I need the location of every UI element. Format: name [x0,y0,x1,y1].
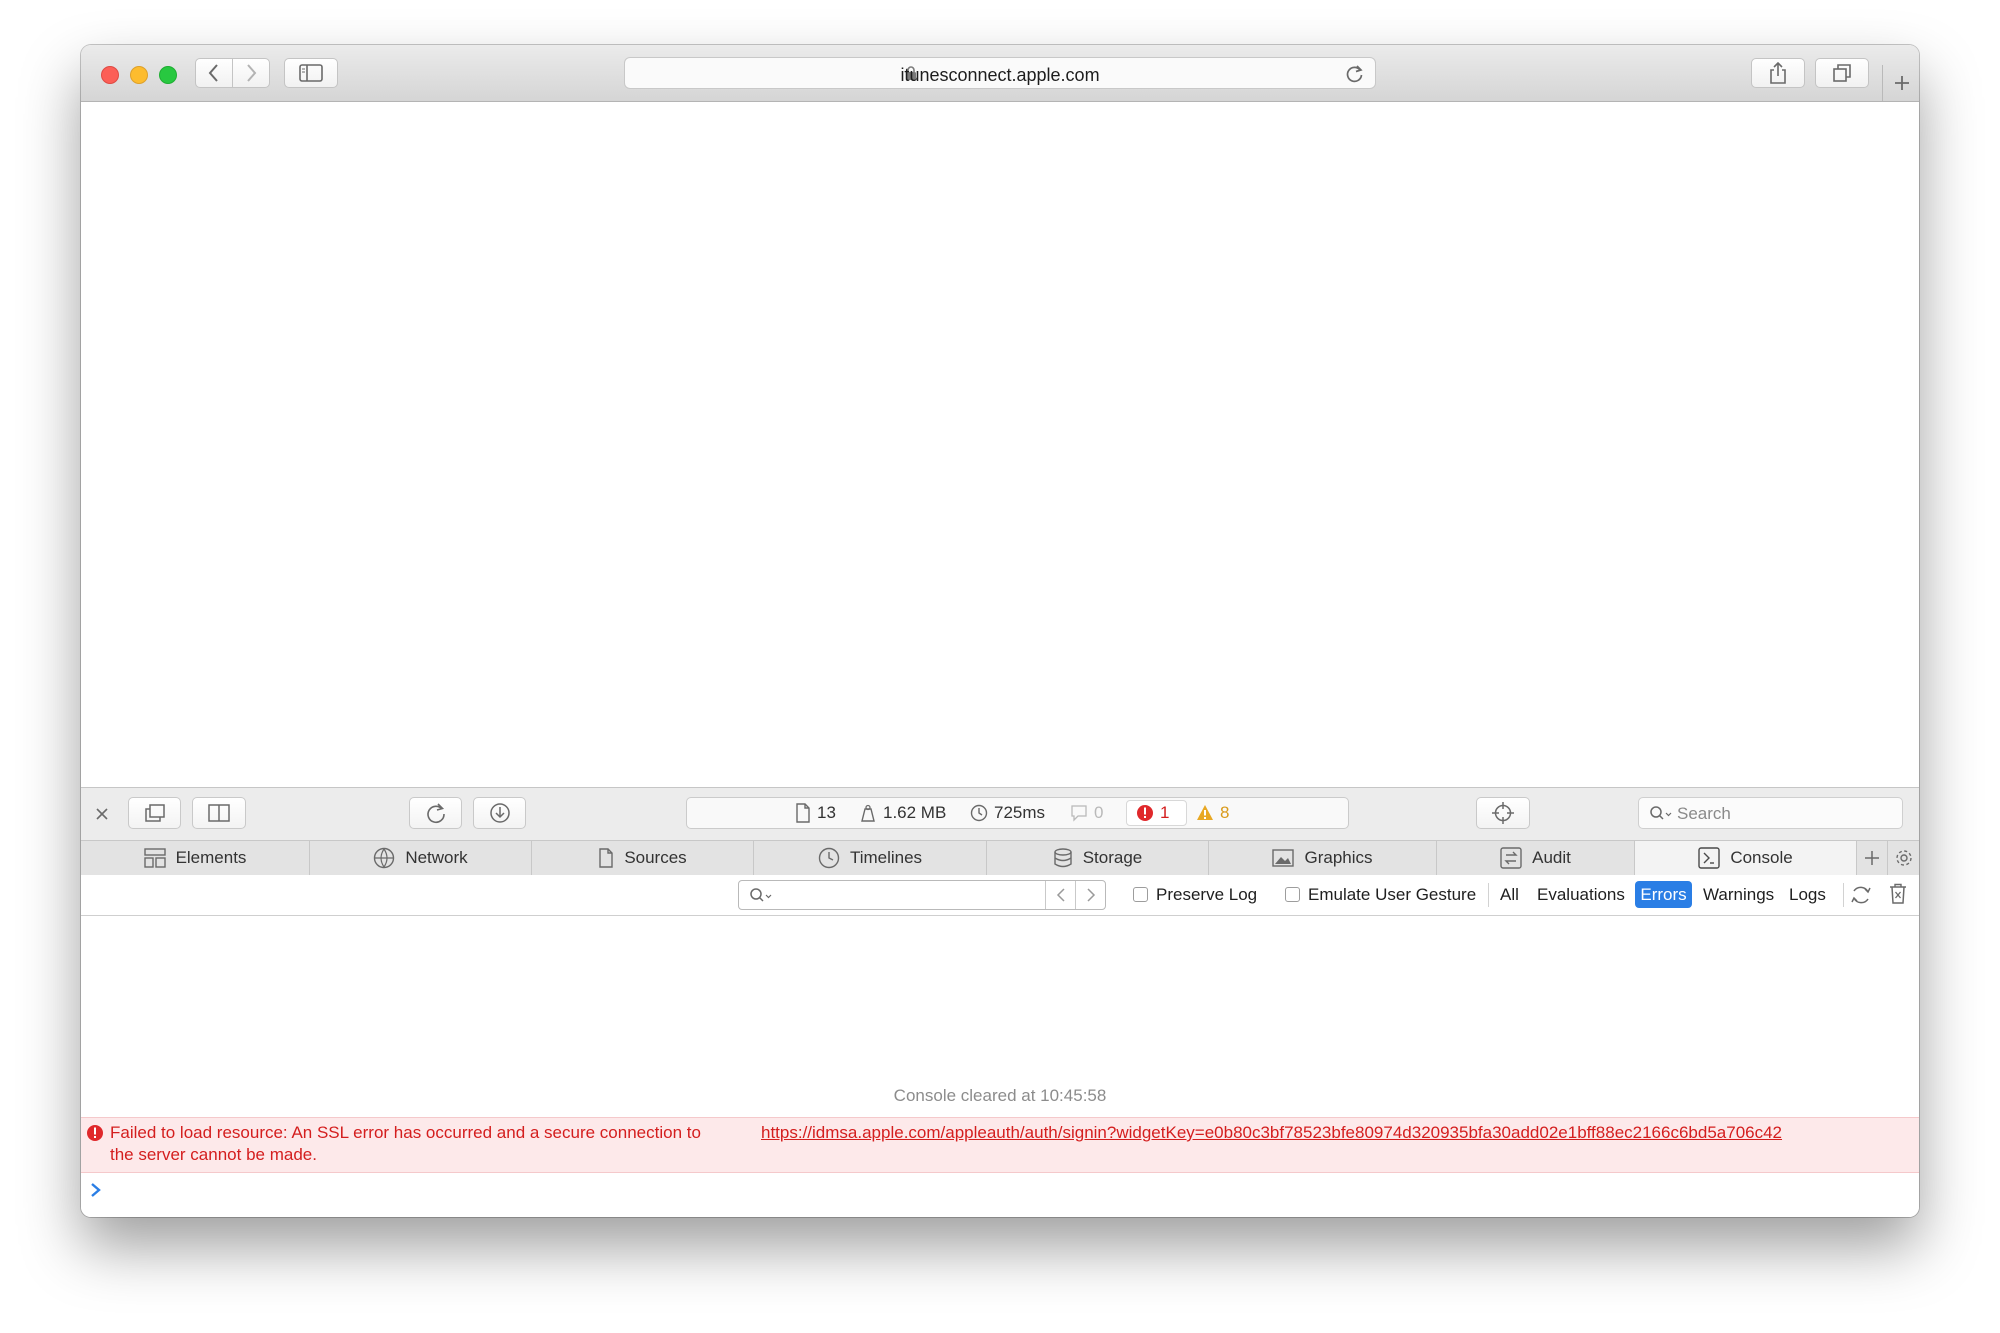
preserve-log-checkbox[interactable] [1133,887,1148,902]
filter-warnings[interactable]: Warnings [1703,885,1774,905]
error-icon [87,1125,103,1141]
share-icon [1770,62,1786,84]
console-cleared-message: Console cleared at 10:45:58 [893,1086,1107,1105]
graphics-icon [1272,849,1295,867]
console-error-message: Failed to load resource: An SSL error ha… [81,1117,1919,1173]
reload-page-button[interactable] [409,797,462,829]
search-placeholder: Search [1677,804,1731,823]
plus-icon [1894,76,1909,90]
divider [1843,883,1844,907]
dock-side-icon [208,804,230,822]
download-icon [489,803,510,823]
trash-icon[interactable] [1888,883,1908,905]
filter-logs[interactable]: Logs [1789,885,1826,905]
reload-icon [426,803,445,824]
filter-errors[interactable]: Errors [1635,881,1692,908]
emulate-gesture-label: Emulate User Gesture [1308,885,1477,904]
console-output: Console cleared at 10:45:58 Failed to lo… [81,916,1919,1217]
network-icon [374,847,395,869]
dock-side-button[interactable] [192,797,246,829]
error-count[interactable]: 1 [1136,798,1169,828]
weight-icon [861,804,875,822]
browser-window: itunesconnect.apple.com 13 1.62 MB 725ms… [81,45,1919,1217]
back-button[interactable] [195,58,233,88]
inspector-toolbar: 13 1.62 MB 725ms 0 1 8 Search [81,787,1919,840]
url-text: itunesconnect.apple.com [900,65,1100,85]
clock-icon [970,804,988,822]
console-icon [1698,847,1721,869]
download-archive-button[interactable] [473,797,526,829]
tab-elements[interactable]: Elements [81,841,310,875]
add-tab-button[interactable] [1857,841,1888,875]
chevron-right-icon [247,64,257,82]
warning-count[interactable]: 8 [1196,798,1229,828]
tab-storage[interactable]: Storage [987,841,1209,875]
inspect-element-button[interactable] [1476,797,1530,829]
error-icon [1137,805,1153,821]
tabs-icon [1833,64,1851,82]
tab-overview-button[interactable] [1815,58,1869,88]
share-button[interactable] [1751,58,1805,88]
crosshair-icon [1492,802,1514,824]
console-filter-bar: Preserve Log Emulate User Gesture All Ev… [81,875,1919,916]
chevron-right-icon [1087,888,1096,902]
search-icon [750,888,772,902]
inspector-search[interactable]: Search [1638,797,1903,829]
console-filter-input[interactable] [738,880,1106,910]
search-icon [1650,806,1672,820]
tab-network[interactable]: Network [310,841,532,875]
sources-icon [599,848,614,868]
storage-icon [1054,848,1072,868]
divider [1488,883,1489,907]
timelines-icon [818,847,840,869]
reload-icon[interactable] [1345,64,1365,84]
sidebar-icon [299,64,323,82]
plus-icon [1865,851,1879,865]
tab-audit[interactable]: Audit [1437,841,1635,875]
inspector-dashboard[interactable]: 13 1.62 MB 725ms 0 1 8 [686,797,1349,829]
previous-match-button[interactable] [1045,881,1076,909]
inspector-tab-bar: Elements Network Sources Timelines Stora… [81,840,1919,876]
log-count: 0 [1070,798,1103,828]
tab-console[interactable]: Console [1635,841,1857,875]
tab-sources[interactable]: Sources [532,841,754,875]
minimize-window-button[interactable] [130,66,148,84]
chevron-left-icon [1056,888,1065,902]
detach-inspector-button[interactable] [128,797,181,829]
resource-size: 1.62 MB [859,798,946,828]
browser-toolbar: itunesconnect.apple.com [81,45,1919,102]
refresh-icon[interactable] [1849,883,1873,907]
forward-button[interactable] [232,58,270,88]
settings-tab-button[interactable] [1888,841,1919,875]
filter-evaluations[interactable]: Evaluations [1537,885,1625,905]
chevron-left-icon [208,64,218,82]
error-url-link[interactable]: https://idmsa.apple.com/appleauth/auth/s… [761,1123,1782,1143]
zoom-window-button[interactable] [159,66,177,84]
tab-timelines[interactable]: Timelines [754,841,987,875]
elements-icon [143,848,166,868]
close-inspector-icon[interactable] [95,807,109,821]
new-tab-button[interactable] [1882,65,1919,101]
error-text: Failed to load resource: An SSL error ha… [110,1123,701,1142]
resource-count: 13 [795,798,836,828]
emulate-gesture-checkbox[interactable] [1285,887,1300,902]
detach-window-icon [144,804,165,822]
preserve-log-label: Preserve Log [1156,885,1258,904]
document-icon [796,803,810,823]
load-time: 725ms [970,798,1045,828]
web-page-content [81,102,1919,786]
warning-icon [1197,805,1213,820]
filter-all[interactable]: All [1500,885,1519,905]
gear-icon [1895,850,1912,866]
next-match-button[interactable] [1075,881,1106,909]
tab-graphics[interactable]: Graphics [1209,841,1437,875]
close-window-button[interactable] [101,66,119,84]
audit-icon [1500,847,1522,869]
address-bar[interactable]: itunesconnect.apple.com [624,57,1376,89]
error-text-continued: the server cannot be made. [110,1145,317,1164]
message-icon [1071,805,1087,822]
sidebar-toggle-button[interactable] [284,58,338,88]
console-prompt-icon[interactable] [89,1182,103,1198]
